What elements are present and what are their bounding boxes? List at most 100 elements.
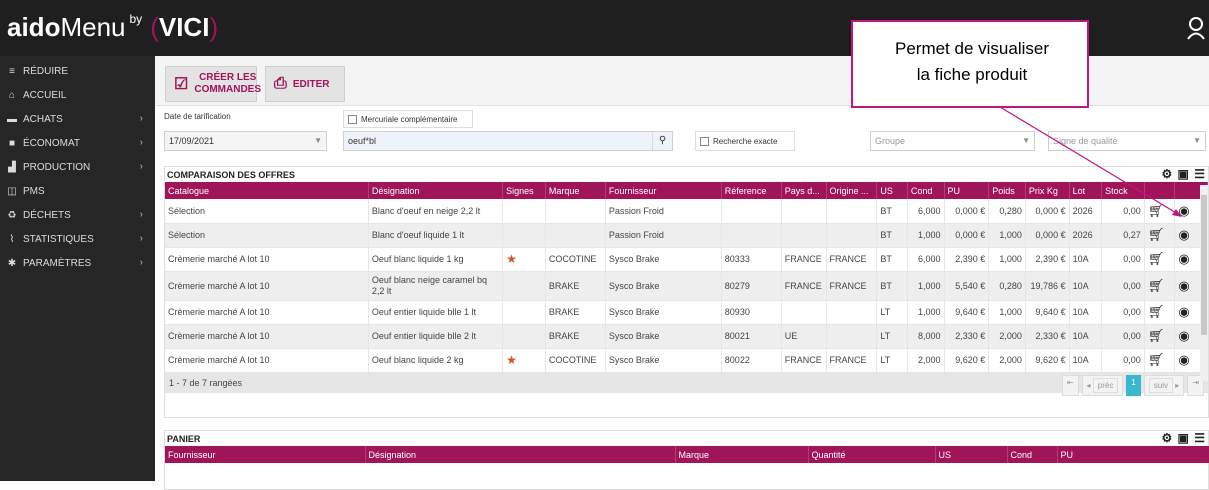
column-header[interactable]: Réference [721,182,782,199]
table-row[interactable]: Crèmerie marché A lot 10 Oeuf entier liqu… [165,324,1208,349]
column-header[interactable]: PU [944,182,990,199]
column-header[interactable]: Stock [1101,182,1145,199]
cart-icon[interactable]: 🛒︎ [1148,352,1165,368]
dropdown-arrow-icon[interactable]: ▼ [314,136,322,145]
current-page-button[interactable]: 1 [1126,374,1141,396]
column-header[interactable]: Fournisseur [165,446,366,463]
sidebar-item-label: ÉCONOMAT [23,137,81,149]
cart-icon[interactable]: 🛒︎ [1148,203,1165,219]
column-header[interactable]: US [876,182,908,199]
groupe-select[interactable]: Groupe ▼ [870,131,1035,151]
eye-icon[interactable]: ◉ [1178,328,1189,344]
save-icon[interactable]: ▣ [1178,431,1190,445]
column-header[interactable]: Quantité [808,446,936,463]
column-header[interactable]: Fournisseur [605,182,722,199]
sidebar-item-dechets[interactable]: ♻ DÉCHETS › [0,203,155,227]
column-header[interactable]: Prix Kg [1025,182,1070,199]
eye-icon[interactable]: ◉ [1178,227,1189,243]
app-logo[interactable]: aidoMenu by (VICI) [7,12,218,43]
creer-commandes-button[interactable]: ☑ CRÉER LES COMMANDES [165,66,261,102]
next-page-button[interactable]: suiv ▸ [1143,374,1185,396]
table-cell: 2,000 [988,348,1026,373]
cart-icon[interactable]: 🛒︎ [1148,304,1165,320]
table-cell: Blanc d'oeuf en neige 2,2 lt [368,199,504,224]
column-header[interactable]: Pays d... [781,182,827,199]
sidebar-item-pms[interactable]: ◫ PMS [0,179,155,203]
column-header[interactable]: Marque [675,446,809,463]
table-cell: 2026 [1069,223,1103,248]
add-to-cart-cell[interactable]: 🛒︎ [1144,300,1176,325]
table-cell: 8,000 [907,324,945,349]
gear-icon[interactable]: ⚙ [1161,167,1173,181]
table-cell: Sysco Brake [605,300,722,325]
eye-icon[interactable]: ◉ [1178,352,1189,368]
gear-icon[interactable]: ⚙ [1161,431,1173,445]
sidebar-item-economat[interactable]: ■ ÉCONOMAT › [0,131,155,155]
search-input[interactable]: oeuf*bl ⚲ [343,131,673,151]
sidebar-item-reduire[interactable]: ≡ RÉDUIRE [0,59,155,83]
list-icon[interactable]: ☰ [1194,167,1206,181]
user-icon[interactable] [1187,16,1205,40]
column-header[interactable]: Poids [988,182,1026,199]
sidebar-item-achats[interactable]: ▬ ACHATS › [0,107,155,131]
save-icon[interactable]: ▣ [1178,167,1190,181]
add-to-cart-cell[interactable]: 🛒︎ [1144,271,1176,301]
table-row[interactable]: Sélection Blanc d'oeuf liquide 1 lt Passio… [165,223,1208,248]
add-to-cart-cell[interactable]: 🛒︎ [1144,199,1176,224]
table-row[interactable]: Sélection Blanc d'oeuf en neige 2,2 lt Pas… [165,199,1208,224]
table-row[interactable]: Crèmerie marché A lot 10 Oeuf blanc liqui… [165,247,1208,272]
eye-icon[interactable]: ◉ [1178,203,1189,219]
dropdown-arrow-icon[interactable]: ▼ [1022,136,1030,145]
add-to-cart-cell[interactable]: 🛒︎ [1144,324,1176,349]
sidebar: ≡ RÉDUIRE ⌂ ACCUEIL ▬ ACHATS › ■ ÉCONOMA… [0,56,155,481]
checkbox[interactable] [700,137,709,147]
date-field[interactable]: 17/09/2021 ▼ [164,131,327,151]
first-page-button[interactable]: ⇤ [1061,374,1079,396]
cart-icon[interactable]: 🛒︎ [1148,227,1165,243]
sidebar-item-statistiques[interactable]: ⌇ STATISTIQUES › [0,227,155,251]
sidebar-item-accueil[interactable]: ⌂ ACCUEIL [0,83,155,107]
table-row[interactable]: Crèmerie marché A lot 10 Oeuf blanc liqui… [165,348,1208,373]
recherche-exacte-checkbox[interactable]: Recherche exacte [695,131,795,151]
table-cell [502,324,546,349]
column-header[interactable]: Catalogue [165,182,369,199]
column-header[interactable]: Origine ... [826,182,878,199]
column-header[interactable]: Marque [545,182,606,199]
table-cell: Crèmerie marché A lot 10 [165,271,369,301]
cart-icon[interactable]: 🛒︎ [1148,278,1165,294]
cart-icon[interactable]: 🛒︎ [1148,328,1165,344]
column-header[interactable]: Cond [907,182,945,199]
table-cell [781,223,827,248]
column-header[interactable]: Désignation [368,182,504,199]
editer-button[interactable]: ⎙ EDITER [265,66,345,102]
column-header[interactable]: Signes [502,182,546,199]
table-cell: Oeuf blanc liquide 1 kg [368,247,504,272]
table-scrollbar[interactable] [1200,185,1208,381]
eye-icon[interactable]: ◉ [1178,304,1189,320]
eye-icon[interactable]: ◉ [1178,251,1189,267]
signe-qualite-select[interactable]: Signe de qualité ▼ [1048,131,1206,151]
table-cell: 2,390 € [1025,247,1070,272]
search-icon[interactable]: ⚲ [652,132,672,150]
checkbox[interactable] [348,115,357,125]
column-header[interactable]: Désignation [365,446,676,463]
mercuriale-checkbox[interactable]: Mercuriale complémentaire [343,110,473,128]
column-header[interactable]: US [935,446,1008,463]
dropdown-arrow-icon[interactable]: ▼ [1193,136,1201,145]
column-header[interactable]: Cond [1007,446,1058,463]
add-to-cart-cell[interactable]: 🛒︎ [1144,223,1176,248]
sidebar-item-production[interactable]: ▟ PRODUCTION › [0,155,155,179]
sidebar-item-parametres[interactable]: ✱ PARAMÈTRES › [0,251,155,275]
eye-icon[interactable]: ◉ [1178,278,1189,294]
prev-page-button[interactable]: ◂ préc [1081,374,1124,396]
add-to-cart-cell[interactable]: 🛒︎ [1144,348,1176,373]
table-row[interactable]: Crèmerie marché A lot 10 Oeuf blanc neige… [165,271,1208,301]
column-header[interactable]: Lot [1069,182,1103,199]
cart-icon[interactable]: 🛒︎ [1148,251,1165,267]
column-header[interactable] [1144,182,1176,199]
list-icon[interactable]: ☰ [1194,431,1206,445]
table-row[interactable]: Crèmerie marché A lot 10 Oeuf entier liqu… [165,300,1208,325]
add-to-cart-cell[interactable]: 🛒︎ [1144,247,1176,272]
column-header[interactable]: PU [1057,446,1209,463]
table-cell: 0,00 [1101,348,1145,373]
